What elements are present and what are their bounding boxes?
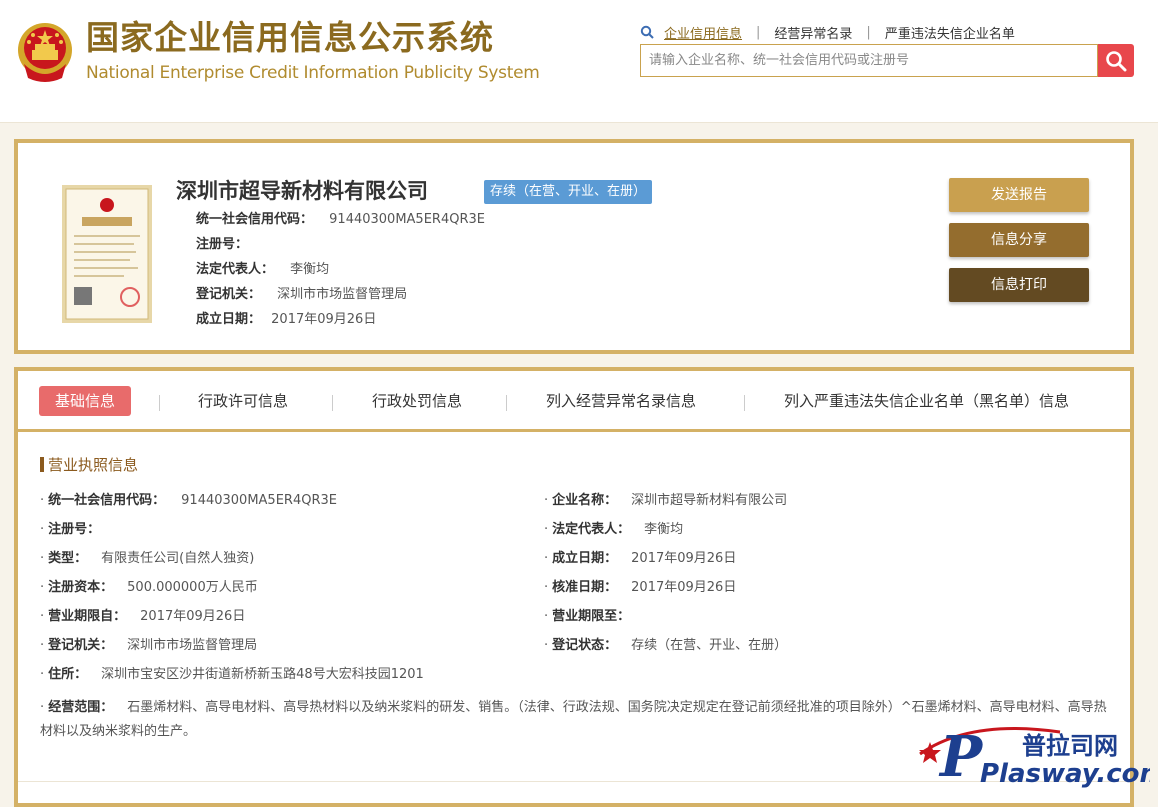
field-value: 2017年09月26日 [631,580,737,595]
nav-abnormal-list[interactable]: 经营异常名录 [774,23,852,42]
company-summary-card: 深圳市超导新材料有限公司 存续（在营、开业、在册） 统一社会信用代码： 9144… [14,139,1134,354]
field-value: 2017年09月26日 [271,312,377,327]
field-label: 注册号： [48,522,101,537]
national-emblem-icon [18,23,72,82]
field-label: 登记状态： [552,638,618,653]
field-value: 存续（在营、开业、在册） [631,638,788,653]
detail-reg-capital: · 注册资本： 500.000000万人民币 [40,580,258,595]
summary-credit-code: 统一社会信用代码： 91440300MA5ER4QR3E [196,210,485,230]
field-value: 李衡均 [644,522,684,537]
field-value: 深圳市宝安区沙井街道新桥新玉路48号大宏科技园1201 [101,667,424,682]
field-label: 法定代表人： [552,522,631,537]
detail-address: · 住所： 深圳市宝安区沙井街道新桥新玉路48号大宏科技园1201 [40,667,424,682]
summary-legal-rep: 法定代表人： 李衡均 [196,260,329,280]
nav-separator: | [756,24,761,40]
field-value: 深圳市市场监督管理局 [277,287,408,302]
nav-blacklist[interactable]: 严重违法失信企业名单 [885,23,1015,42]
field-value: 91440300MA5ER4QR3E [181,493,337,508]
field-value: 91440300MA5ER4QR3E [329,212,485,227]
field-value: 深圳市市场监督管理局 [127,638,258,653]
tab-divider [744,395,745,411]
detail-est-date: · 成立日期： 2017年09月26日 [544,551,737,566]
search-button[interactable] [1098,44,1134,77]
field-label: 成立日期： [552,551,618,566]
plasway-watermark-logo: P 普拉司网 Plasway.com [919,724,1150,790]
search-icon [1106,50,1127,71]
field-label: 住所： [48,667,88,682]
field-label: 注册资本： [48,580,114,595]
field-label: 登记机关： [48,638,114,653]
summary-reg-number: 注册号： [196,235,248,255]
tab-admin-penalty[interactable]: 行政处罚信息 [372,386,462,416]
print-info-button[interactable]: 信息打印 [949,268,1089,302]
field-label: 经营范围： [48,700,114,715]
detail-reg-authority: · 登记机关： 深圳市市场监督管理局 [40,638,258,653]
detail-approval-date: · 核准日期： 2017年09月26日 [544,580,737,595]
field-label: 统一社会信用代码： [196,212,314,227]
section-marker [40,457,44,472]
watermark-cn-text: 普拉司网 [1022,732,1118,760]
svg-text:P: P [938,724,984,790]
status-badge: 存续（在营、开业、在册） [484,180,653,204]
section-title-text: 营业执照信息 [48,456,139,474]
field-value: 500.000000万人民币 [127,580,258,595]
detail-type: · 类型： 有限责任公司(自然人独资) [40,551,255,566]
site-title: 国家企业信用信息公示系统 [86,18,494,57]
detail-credit-code: · 统一社会信用代码： 91440300MA5ER4QR3E [40,493,337,508]
field-label: 登记机关： [196,287,262,302]
detail-term-from: · 营业期限自： 2017年09月26日 [40,609,246,624]
search-box [640,44,1098,77]
field-label: 核准日期： [552,580,618,595]
tab-abnormal-list[interactable]: 列入经营异常名录信息 [546,386,696,416]
summary-reg-authority: 登记机关： 深圳市市场监督管理局 [196,285,407,305]
search-input[interactable] [641,45,1089,76]
tab-divider [159,395,160,411]
watermark-en-text: Plasway.com [980,759,1150,789]
detail-reg-number: · 注册号： [40,522,101,537]
field-label: 统一社会信用代码： [48,493,166,508]
info-tabs: 基础信息 行政许可信息 行政处罚信息 列入经营异常名录信息 列入严重违法失信企业… [18,371,1130,432]
tab-basic-info[interactable]: 基础信息 [39,386,132,416]
field-label: 法定代表人： [196,262,275,277]
tab-blacklist[interactable]: 列入严重违法失信企业名单（黑名单）信息 [784,386,1069,416]
field-label: 营业期限自： [48,609,127,624]
company-name: 深圳市超导新材料有限公司 [176,179,428,203]
nav-enterprise-credit[interactable]: 企业信用信息 [664,23,742,42]
field-label: 类型： [48,551,88,566]
field-value: 2017年09月26日 [140,609,246,624]
field-label: 成立日期： [196,312,262,327]
detail-term-to: · 营业期限至： [544,609,631,624]
share-info-button[interactable]: 信息分享 [949,223,1089,257]
field-value: 有限责任公司(自然人独资) [101,551,255,566]
tab-divider [506,395,507,411]
field-value: 李衡均 [290,262,330,277]
field-value: 深圳市超导新材料有限公司 [631,493,788,508]
tab-divider [332,395,333,411]
business-license-thumbnail[interactable] [62,185,152,323]
summary-est-date: 成立日期： 2017年09月26日 [196,310,376,330]
section-title: 营业执照信息 [40,455,138,475]
field-label: 企业名称： [552,493,618,508]
site-header: 国家企业信用信息公示系统 National Enterprise Credit … [0,0,1158,123]
field-value: 2017年09月26日 [631,551,737,566]
top-navigation: 企业信用信息 | 经营异常名录 | 严重违法失信企业名单 [640,22,1015,42]
detail-company-name: · 企业名称： 深圳市超导新材料有限公司 [544,493,788,508]
detail-legal-rep: · 法定代表人： 李衡均 [544,522,684,537]
tab-admin-license[interactable]: 行政许可信息 [198,386,288,416]
site-subtitle: National Enterprise Credit Information P… [86,63,540,83]
field-label: 注册号： [196,237,249,252]
send-report-button[interactable]: 发送报告 [949,178,1089,212]
field-label: 营业期限至： [552,609,631,624]
detail-reg-status: · 登记状态： 存续（在营、开业、在册） [544,638,788,653]
search-icon [640,25,654,39]
nav-separator: | [866,24,871,40]
